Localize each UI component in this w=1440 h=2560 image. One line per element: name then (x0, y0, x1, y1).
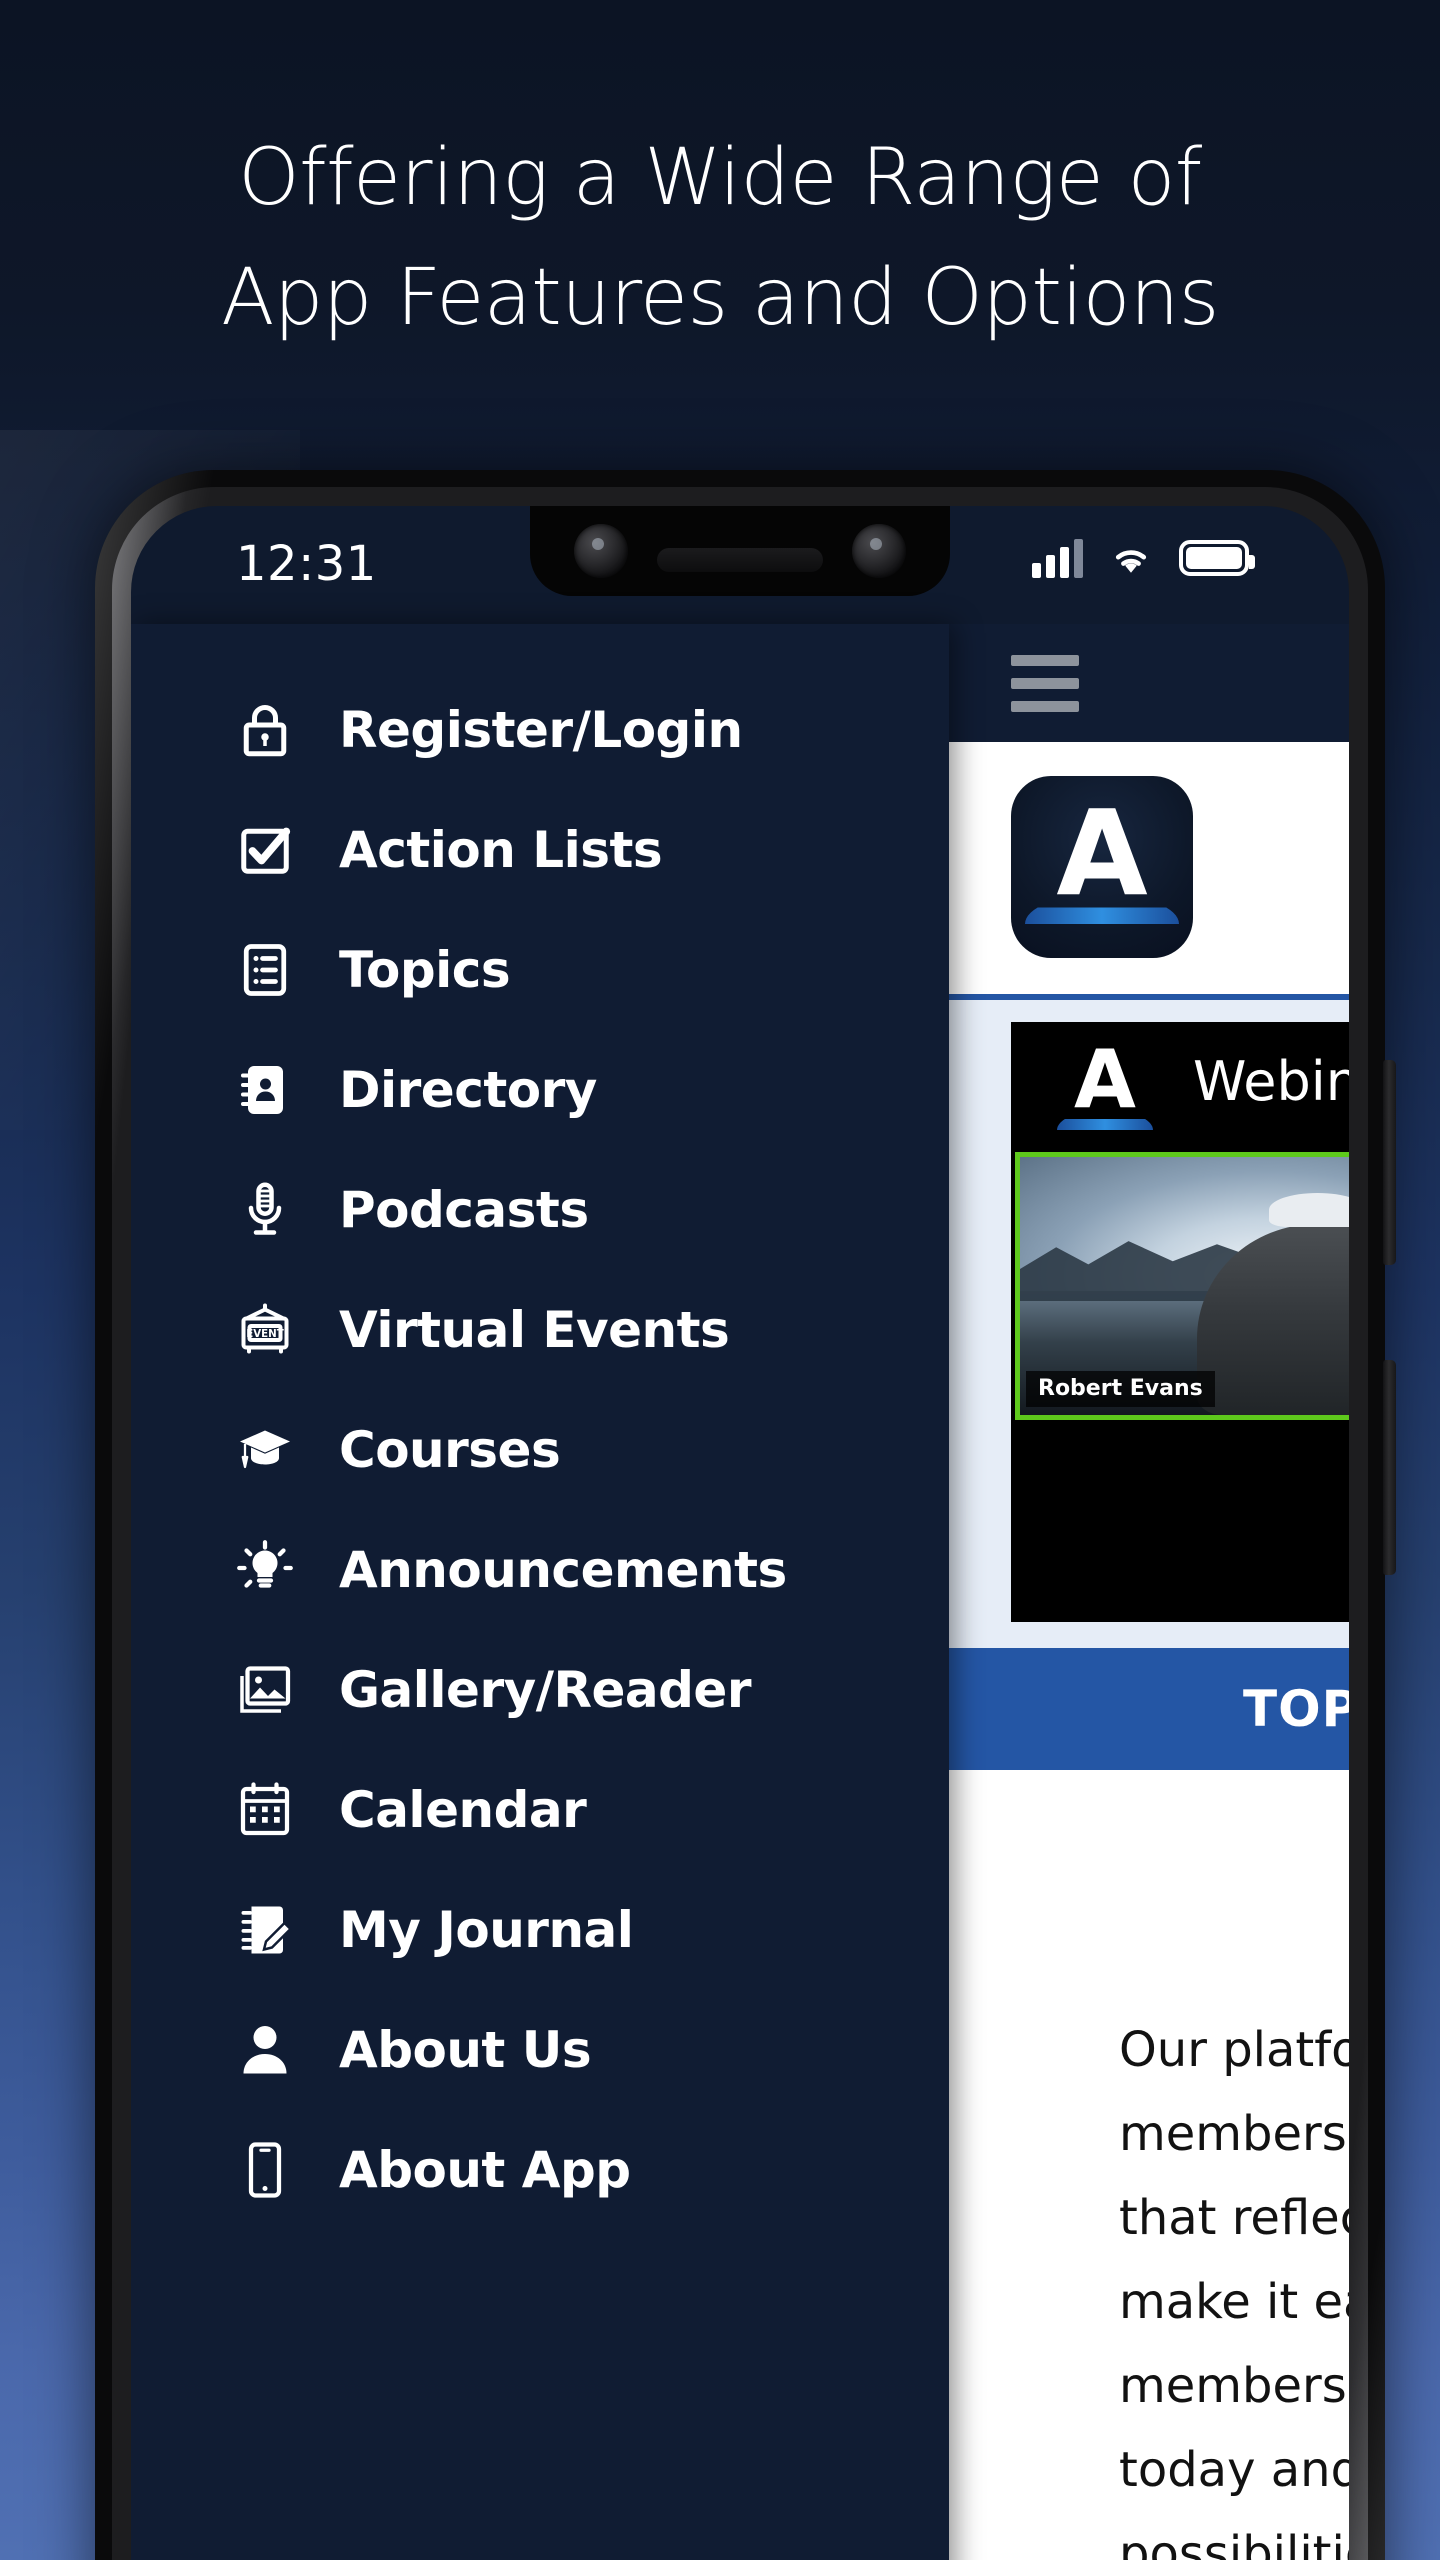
video-participant-tile[interactable]: Robert Evans (1015, 1152, 1349, 1420)
person-icon (229, 2014, 301, 2086)
front-camera-icon (574, 524, 628, 578)
phone-notch (530, 506, 950, 596)
app-logo: A (1011, 776, 1193, 958)
svg-text:EVENT: EVENT (246, 1328, 284, 1340)
mobile-phone-icon (229, 2134, 301, 2206)
about-line: Our platform all (1119, 2022, 1349, 2078)
sidebar-item-label: Topics (339, 941, 511, 999)
sidebar-item-my-journal[interactable]: My Journal (131, 1870, 949, 1990)
sidebar-item-label: About Us (339, 2021, 592, 2079)
lock-icon (229, 694, 301, 766)
video-participant-cap (1269, 1193, 1349, 1227)
sidebar-item-label: Calendar (339, 1781, 587, 1839)
about-line: members' needs (1119, 2358, 1349, 2414)
headline-line-1: Offering a Wide Range of (238, 133, 1202, 223)
webinar-card-header: A Webin (1011, 1022, 1349, 1152)
sidebar-item-register-login[interactable]: Register/Login (131, 670, 949, 790)
headline-line-2: App Features and Options (221, 253, 1219, 343)
navigation-drawer: Register/Login Action Lists Topics Direc… (131, 624, 949, 2560)
event-sign-icon: EVENT (229, 1294, 301, 1366)
about-line: that reflects you (1119, 2190, 1349, 2246)
video-participant-name: Robert Evans (1026, 1371, 1215, 1407)
phone-power-button[interactable] (1383, 1360, 1396, 1575)
sidebar-item-topics[interactable]: Topics (131, 910, 949, 1030)
sidebar-item-label: Courses (339, 1421, 561, 1479)
sidebar-item-podcasts[interactable]: Podcasts (131, 1150, 949, 1270)
sidebar-item-about-app[interactable]: About App (131, 2110, 949, 2230)
sidebar-item-announcements[interactable]: Announcements (131, 1510, 949, 1630)
depth-sensor-icon (852, 524, 906, 578)
about-line: today and take y (1119, 2442, 1349, 2498)
phone-volume-button[interactable] (1383, 1060, 1396, 1265)
status-bar-icons (1032, 538, 1255, 578)
status-bar-clock: 12:31 (236, 536, 377, 592)
webinar-logo: A (1053, 1038, 1157, 1142)
battery-full-icon (1179, 540, 1255, 576)
address-book-icon (229, 1054, 301, 1126)
graduation-cap-icon (229, 1414, 301, 1486)
sidebar-item-action-lists[interactable]: Action Lists (131, 790, 949, 910)
hamburger-menu-icon[interactable] (1011, 654, 1079, 712)
sidebar-item-label: Directory (339, 1061, 597, 1119)
webinar-logo-letter: A (1074, 1033, 1136, 1126)
sidebar-item-label: Virtual Events (339, 1301, 730, 1359)
wifi-icon (1115, 550, 1147, 573)
about-line: make it easy to (1119, 2274, 1349, 2330)
phone-screen: A A Webin Robert Evans TOP Our platfo me… (131, 506, 1349, 2560)
sidebar-item-about-us[interactable]: About Us (131, 1990, 949, 2110)
checkbox-checked-icon (229, 814, 301, 886)
sidebar-item-label: About App (339, 2141, 631, 2199)
notebook-pencil-icon (229, 1894, 301, 1966)
about-line: possibilities are (1119, 2526, 1349, 2560)
webinar-card[interactable]: A Webin Robert Evans (1011, 1022, 1349, 1622)
microphone-icon (229, 1174, 301, 1246)
sidebar-item-calendar[interactable]: Calendar (131, 1750, 949, 1870)
topics-banner-label: TOPICS (1243, 1680, 1349, 1738)
page-title: Offering a Wide Range of App Features an… (0, 118, 1440, 358)
sidebar-item-directory[interactable]: Directory (131, 1030, 949, 1150)
sidebar-item-label: Announcements (339, 1541, 787, 1599)
sidebar-item-label: Podcasts (339, 1181, 589, 1239)
sidebar-item-label: Gallery/Reader (339, 1661, 752, 1719)
sidebar-item-label: My Journal (339, 1901, 634, 1959)
lightbulb-icon (229, 1534, 301, 1606)
sidebar-item-virtual-events[interactable]: EVENT Virtual Events (131, 1270, 949, 1390)
earpiece-speaker (657, 548, 823, 572)
webinar-title: Webin (1193, 1050, 1349, 1113)
phone-mockup: A A Webin Robert Evans TOP Our platfo me… (95, 470, 1396, 2560)
sidebar-item-label: Action Lists (339, 821, 663, 879)
cellular-signal-icon (1032, 538, 1083, 578)
sidebar-item-courses[interactable]: Courses (131, 1390, 949, 1510)
calendar-icon (229, 1774, 301, 1846)
list-document-icon (229, 934, 301, 1006)
about-line: membership bas (1119, 2106, 1349, 2162)
app-logo-letter: A (1056, 784, 1148, 922)
status-bar: 12:31 (131, 506, 1349, 624)
sidebar-item-gallery-reader[interactable]: Gallery/Reader (131, 1630, 949, 1750)
sidebar-item-label: Register/Login (339, 701, 743, 759)
image-icon (229, 1654, 301, 1726)
